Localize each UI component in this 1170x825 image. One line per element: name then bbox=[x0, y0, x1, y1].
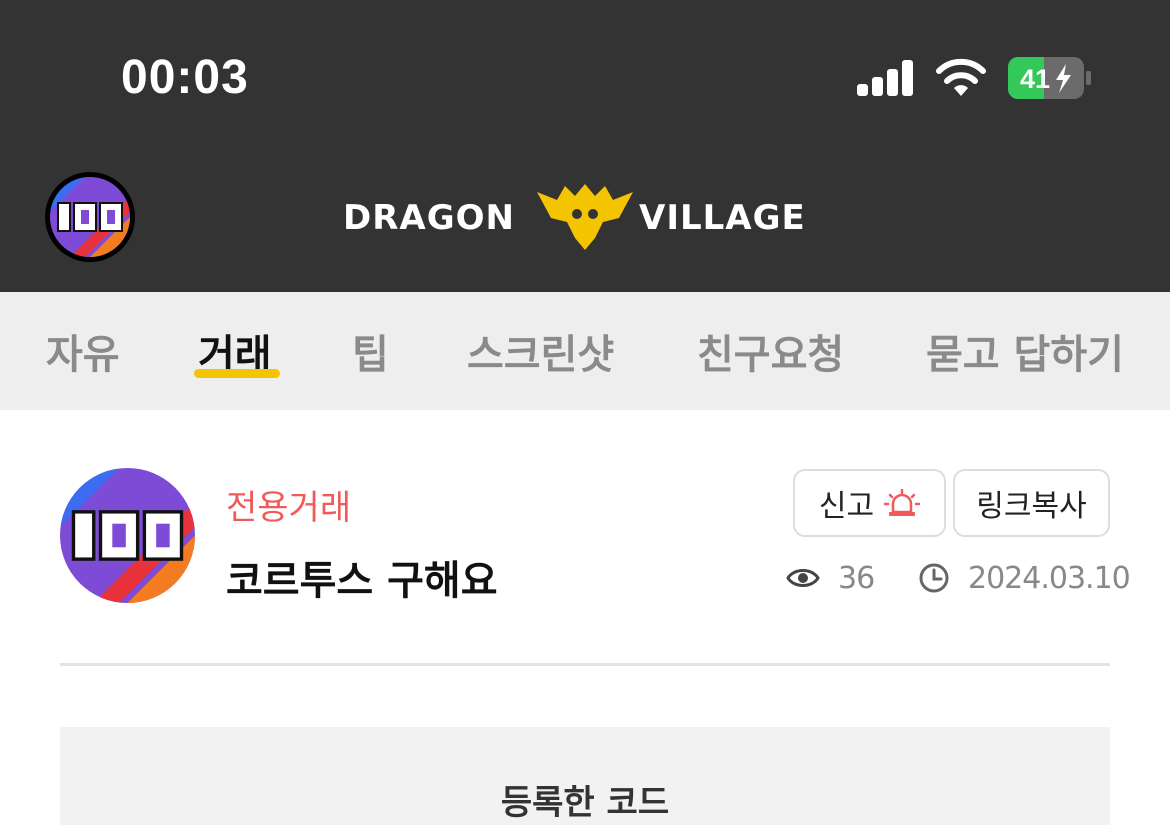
post-date: 2024.03.10 bbox=[918, 558, 1131, 598]
view-count-value: 36 bbox=[838, 560, 875, 596]
status-time: 00:03 bbox=[121, 51, 249, 104]
copy-link-button[interactable]: 링크복사 bbox=[953, 469, 1110, 537]
logo-text-right: VILLAGE bbox=[639, 198, 806, 238]
profile-avatar-button[interactable] bbox=[45, 172, 135, 262]
report-button-label: 신고 bbox=[818, 489, 875, 524]
post-category: 전용거래 bbox=[226, 488, 352, 528]
dragon-emblem-icon bbox=[537, 184, 633, 250]
header-divider bbox=[60, 663, 1110, 666]
author-avatar-image bbox=[60, 468, 195, 603]
eye-icon bbox=[786, 569, 820, 587]
tab-screenshot[interactable]: 스크린샷 bbox=[467, 322, 614, 380]
post-title: 코르투스 구해요 bbox=[226, 558, 498, 604]
battery-level: 41 bbox=[1020, 64, 1050, 94]
wifi-icon bbox=[936, 58, 986, 96]
tab-friend-request[interactable]: 친구요청 bbox=[697, 322, 844, 380]
author-avatar[interactable] bbox=[60, 468, 195, 603]
dragon-village-logo[interactable]: DRAGON VILLAGE bbox=[343, 180, 827, 256]
registered-code-section: 등록한 코드 bbox=[60, 727, 1110, 825]
board-tab-bar: 자유 거래 팁 스크린샷 친구요청 묻고 답하기 bbox=[0, 292, 1170, 410]
view-count: 36 bbox=[786, 558, 875, 598]
registered-code-title: 등록한 코드 bbox=[500, 783, 670, 823]
profile-avatar-image bbox=[50, 177, 130, 257]
logo-text-left: DRAGON bbox=[343, 198, 515, 238]
siren-icon bbox=[884, 488, 921, 516]
app-header: 00:03 41 DRAGON VILLAGE bbox=[0, 0, 1170, 292]
active-tab-indicator bbox=[194, 369, 280, 378]
tab-tips[interactable]: 팁 bbox=[352, 322, 389, 380]
report-button[interactable]: 신고 bbox=[793, 469, 946, 537]
post-date-value: 2024.03.10 bbox=[968, 560, 1131, 596]
clock-icon bbox=[919, 563, 949, 593]
battery-icon: 41 bbox=[1008, 57, 1091, 99]
cellular-signal-icon bbox=[857, 60, 913, 96]
tab-qna[interactable]: 묻고 답하기 bbox=[926, 322, 1124, 380]
tab-free[interactable]: 자유 bbox=[46, 322, 120, 380]
